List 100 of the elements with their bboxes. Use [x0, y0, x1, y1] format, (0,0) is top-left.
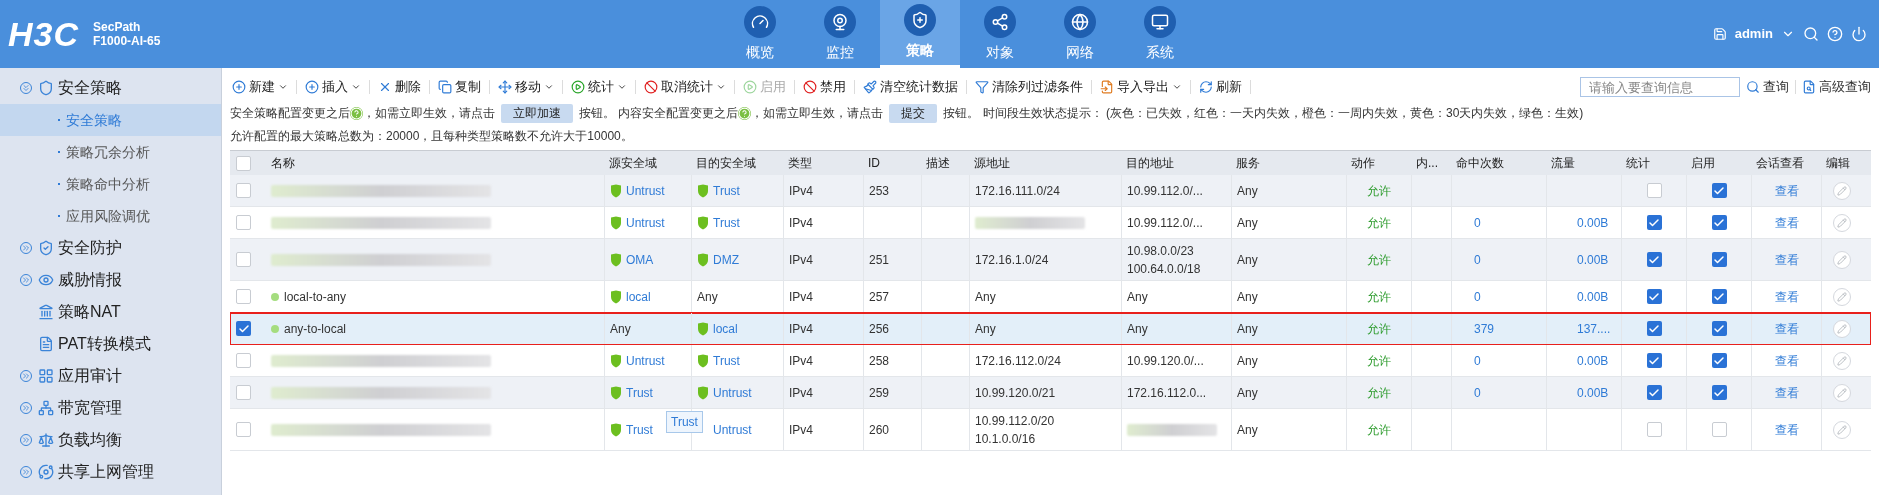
checkbox[interactable] — [1646, 353, 1662, 368]
hit-count-link[interactable]: 0 — [1474, 383, 1541, 402]
column-header[interactable]: 编辑 — [1821, 154, 1861, 172]
sidebar-subitem[interactable]: 应用风险调优 — [0, 200, 221, 232]
sidebar-item[interactable]: PAT转换模式 — [0, 328, 221, 360]
sidebar-item[interactable]: 威胁情报 — [0, 264, 221, 296]
checkbox[interactable] — [1711, 183, 1727, 198]
checkbox[interactable] — [1646, 385, 1662, 400]
edit-button[interactable] — [1832, 250, 1851, 269]
toolbar-button[interactable]: 复制 — [436, 77, 483, 97]
sidebar-subitem[interactable]: 策略冗余分析 — [0, 136, 221, 168]
view-link[interactable]: 查看 — [1774, 213, 1799, 232]
column-header[interactable]: 类型 — [783, 154, 863, 172]
zone-link[interactable]: local — [626, 287, 651, 306]
table-row[interactable]: Untrust Trust IPv4 253 172.16.111.0/24 10.99.112.0/... Any 允许 查看 — [230, 175, 1871, 207]
help-icon[interactable] — [350, 106, 363, 120]
column-header[interactable]: 目的地址 — [1121, 154, 1231, 172]
checkbox[interactable] — [236, 252, 251, 267]
table-row[interactable]: Untrust Trust IPv4 258 172.16.112.0/24 10.99.120.0/... Any 允许 0 0.00B 查看 — [230, 345, 1871, 377]
toolbar-button[interactable]: 统计 — [569, 77, 629, 97]
edit-button[interactable] — [1832, 181, 1851, 200]
notice-button[interactable]: 立即加速 — [501, 103, 573, 123]
policy-name[interactable]: local-to-any — [284, 287, 347, 306]
table-row[interactable]: Untrust Trust IPv4 10.99.112.0/... Any 允许 0 0.00B 查看 — [230, 207, 1871, 239]
column-header[interactable]: 描述 — [921, 154, 969, 172]
checkbox[interactable] — [1646, 289, 1662, 304]
column-header[interactable]: 命中次数 — [1451, 154, 1546, 172]
zone-link[interactable]: Untrust — [626, 213, 665, 232]
checkbox[interactable] — [1646, 183, 1662, 198]
view-link[interactable]: 查看 — [1774, 351, 1799, 370]
hit-count-link[interactable]: 0 — [1474, 213, 1541, 232]
zone-link[interactable]: Untrust — [626, 181, 665, 200]
edit-button[interactable] — [1832, 383, 1851, 402]
checkbox[interactable] — [236, 155, 251, 171]
edit-button[interactable] — [1832, 420, 1851, 439]
edit-button[interactable] — [1832, 351, 1851, 370]
zone-link[interactable]: Untrust — [713, 383, 752, 402]
toolbar-button[interactable]: 插入 — [303, 77, 363, 97]
toolbar-button[interactable]: 导入导出 — [1098, 77, 1184, 97]
hit-count-link[interactable]: 0 — [1474, 250, 1541, 269]
zone-link[interactable]: DMZ — [713, 250, 739, 269]
checkbox[interactable] — [236, 289, 251, 304]
zone-link[interactable]: Trust — [626, 383, 653, 402]
checkbox[interactable] — [1711, 252, 1727, 267]
checkbox[interactable] — [1711, 215, 1727, 230]
notice-button[interactable]: 提交 — [889, 103, 938, 123]
help-icon[interactable] — [738, 106, 752, 120]
hit-count-link[interactable]: 0 — [1474, 287, 1541, 306]
help-icon[interactable] — [1827, 26, 1843, 42]
column-header[interactable]: 源地址 — [969, 154, 1121, 172]
column-header[interactable]: 统计 — [1621, 154, 1686, 172]
checkbox[interactable] — [1711, 353, 1727, 368]
checkbox[interactable] — [1711, 289, 1727, 304]
checkbox[interactable] — [236, 215, 251, 230]
view-link[interactable]: 查看 — [1774, 287, 1799, 306]
traffic-link[interactable]: 0.00B — [1577, 287, 1616, 306]
view-link[interactable]: 查看 — [1774, 250, 1799, 269]
checkbox[interactable] — [1711, 385, 1727, 400]
sidebar-item[interactable]: 安全策略 — [0, 72, 221, 104]
zone-link[interactable]: Trust — [713, 351, 740, 370]
traffic-link[interactable]: 0.00B — [1577, 213, 1616, 232]
checkbox[interactable] — [1646, 252, 1662, 267]
zone-link[interactable]: local — [713, 319, 738, 338]
checkbox[interactable] — [236, 353, 251, 368]
checkbox[interactable] — [1711, 321, 1727, 336]
zone-link[interactable]: Trust — [713, 213, 740, 232]
sidebar-item[interactable]: 应用审计 — [0, 360, 221, 392]
toolbar-button[interactable]: 新建 — [230, 77, 290, 97]
table-row[interactable]: OMA DMZ IPv4 251 172.16.1.0/24 10.98.0.0/23 100.64.0.0/18 Any 允许 0 0.00B 查看 — [230, 239, 1871, 281]
checkbox[interactable] — [236, 321, 251, 336]
toolbar-button[interactable]: 移动 — [496, 77, 556, 97]
column-header[interactable]: ID — [863, 154, 921, 172]
hit-count-link[interactable]: 0 — [1474, 351, 1541, 370]
sidebar-item[interactable]: 策略NAT — [0, 296, 221, 328]
column-header[interactable]: 服务 — [1231, 154, 1346, 172]
traffic-link[interactable]: 0.00B — [1577, 351, 1616, 370]
column-header[interactable]: 流量 — [1546, 154, 1621, 172]
table-row[interactable]: local-to-any local Any IPv4 257 Any Any Any 允许 0 0.00B 查看 — [230, 281, 1871, 313]
zone-link[interactable]: Trust — [713, 181, 740, 200]
traffic-link[interactable]: 0.00B — [1577, 250, 1616, 269]
zone-link[interactable]: Untrust — [626, 351, 665, 370]
column-header[interactable]: 目的安全域 — [691, 154, 783, 172]
view-link[interactable]: 查看 — [1774, 383, 1799, 402]
checkbox[interactable] — [1646, 422, 1662, 437]
table-row[interactable]: any-to-local Any local IPv4 256 Any Any Any 允许 379 137.... 查看 — [230, 313, 1871, 345]
table-row[interactable]: Trust Untrust IPv4 259 10.99.120.0/21 172.16.112.0... Any 允许 0 0.00B 查看 — [230, 377, 1871, 409]
sidebar-item[interactable]: 共享上网管理 — [0, 456, 221, 488]
search-field[interactable]: 请输入要查询信息 — [1580, 77, 1740, 97]
toolbar-button[interactable]: 刷新 — [1197, 77, 1244, 97]
view-link[interactable]: 查看 — [1774, 420, 1799, 439]
checkbox[interactable] — [1711, 422, 1727, 437]
toolbar-button[interactable]: 清空统计数据 — [861, 77, 960, 97]
power-icon[interactable] — [1851, 26, 1867, 42]
table-row[interactable]: Trust Untrust Trust IPv4 260 10.99.112.0/20 10.1.0.0/16 Any 允许 查看 — [230, 409, 1871, 451]
toolbar-button[interactable]: 禁用 — [801, 77, 848, 97]
hit-count-link[interactable]: 379 — [1474, 319, 1541, 338]
toolbar-button[interactable]: 取消统计 — [642, 77, 728, 97]
column-header[interactable]: 会话查看 — [1751, 154, 1821, 172]
sidebar-item[interactable]: 负载均衡 — [0, 424, 221, 456]
toolbar-button[interactable]: 清除列过滤条件 — [973, 77, 1085, 97]
